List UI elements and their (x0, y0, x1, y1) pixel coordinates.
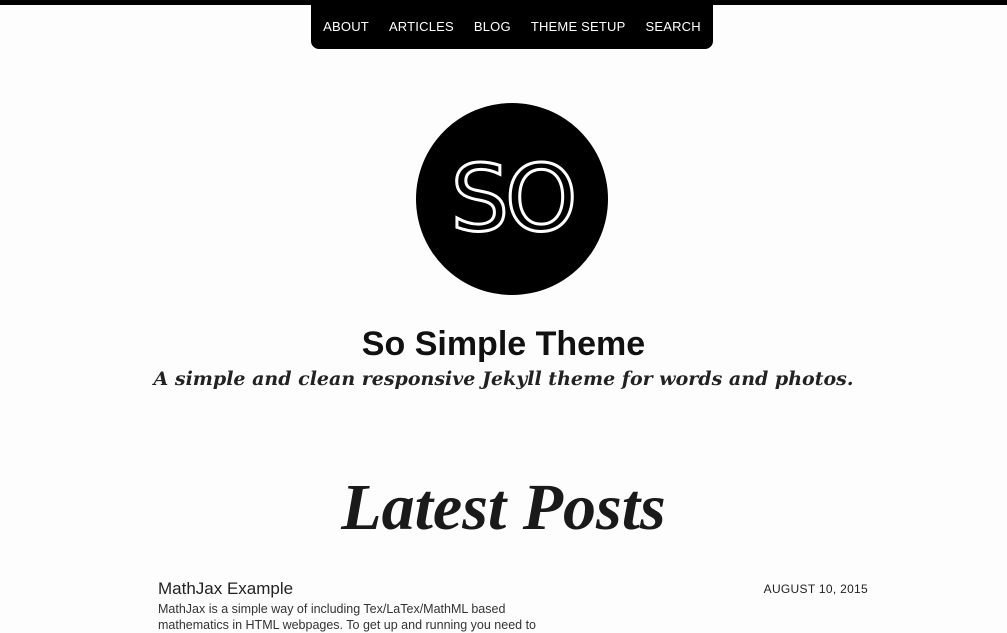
post-title-link[interactable]: MathJax Example (158, 578, 868, 600)
nav-link-articles[interactable]: ARTICLES (389, 19, 454, 34)
nav-link-about[interactable]: ABOUT (323, 19, 369, 34)
main-navigation: ABOUT ARTICLES BLOG THEME SETUP SEARCH (311, 0, 713, 49)
nav-link-theme-setup[interactable]: THEME SETUP (531, 19, 626, 34)
site-logo[interactable]: SO (416, 103, 608, 295)
nav-link-blog[interactable]: BLOG (474, 19, 511, 34)
site-logo-text: SO (449, 145, 579, 252)
site-tagline: A simple and clean responsive Jekyll the… (153, 368, 854, 390)
nav-link-search[interactable]: SEARCH (645, 19, 700, 34)
post-excerpt: MathJax is a simple way of including Tex… (158, 602, 537, 632)
post-date: AUGUST 10, 2015 (763, 582, 868, 596)
post-list-item: MathJax Example AUGUST 10, 2015 MathJax … (158, 578, 868, 633)
site-title[interactable]: So Simple Theme (0, 325, 1007, 364)
latest-posts-heading: Latest Posts (341, 471, 666, 544)
